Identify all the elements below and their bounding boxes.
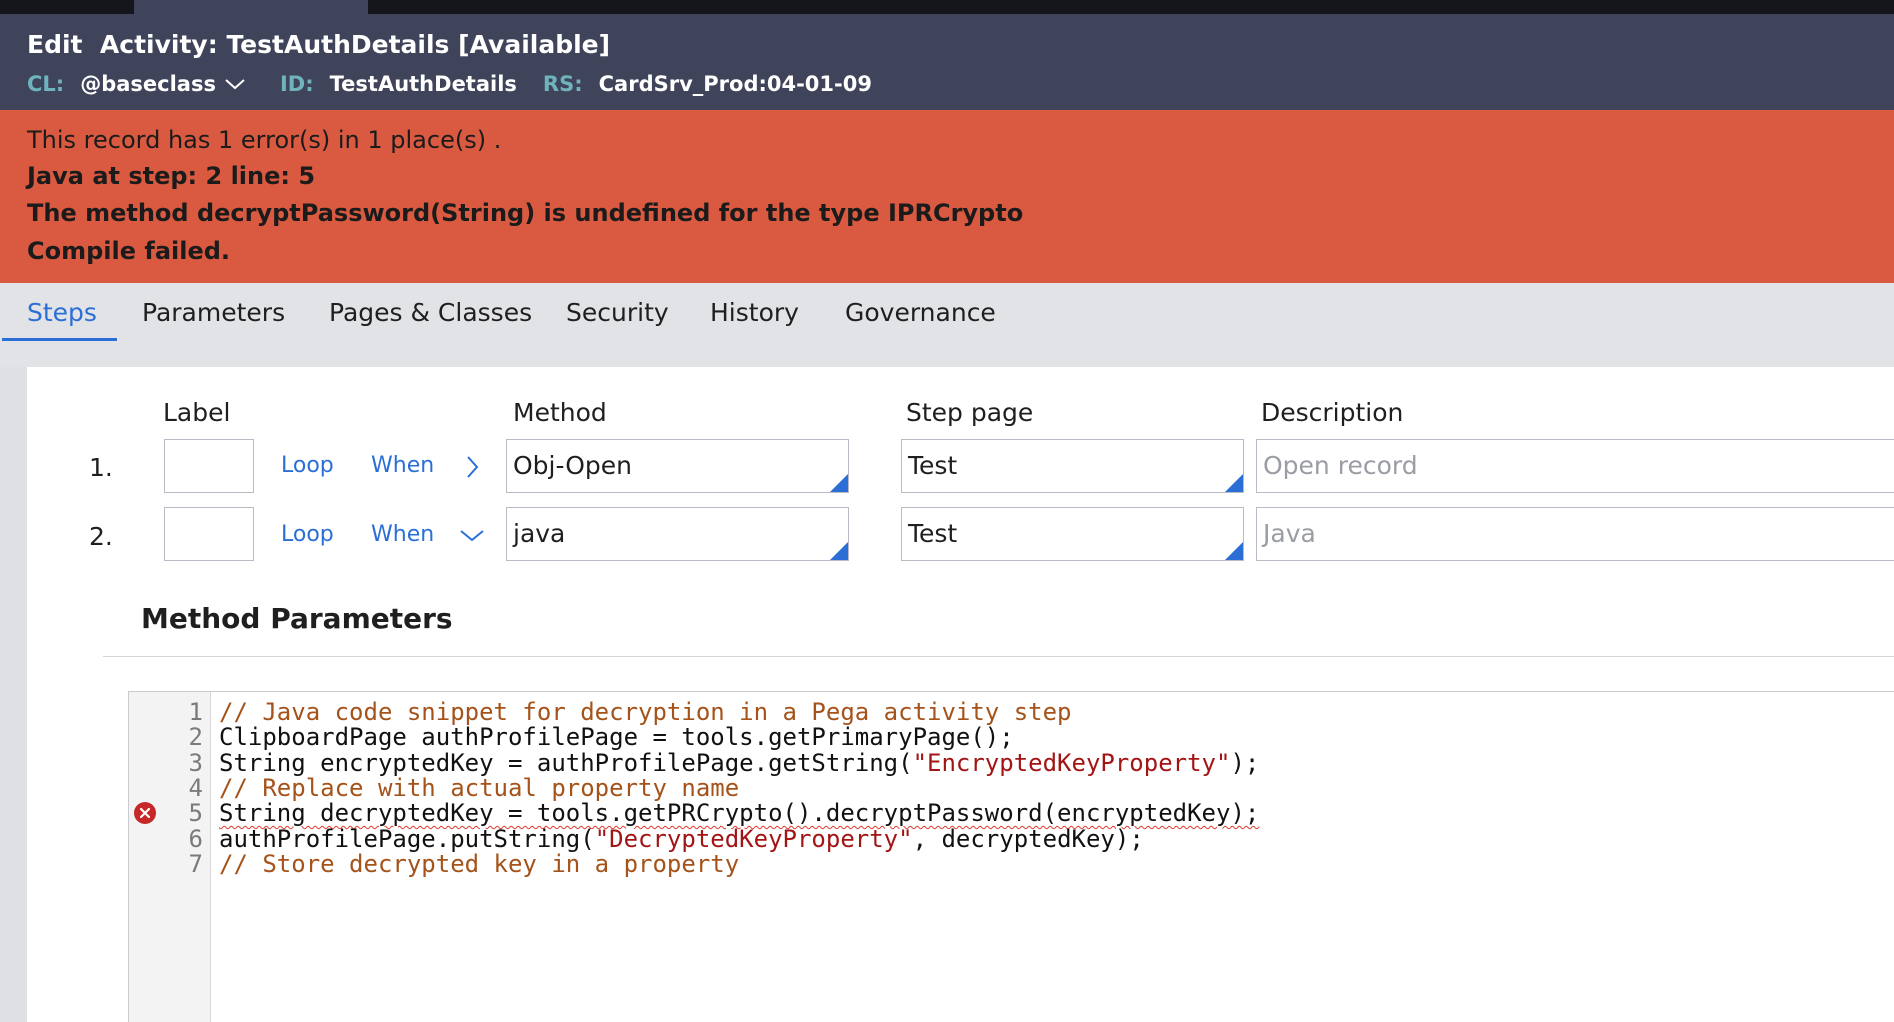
step-page-field[interactable]: Test (901, 507, 1244, 561)
code-text: String decryptedKey = tools.getPRCrypto(… (219, 799, 1259, 827)
error-banner: This record has 1 error(s) in 1 place(s)… (0, 110, 1894, 283)
cl-value[interactable]: @baseclass (80, 72, 216, 96)
column-header-label: Label (163, 398, 231, 427)
autocomplete-corner-icon (1225, 474, 1243, 492)
code-token: , decryptedKey); (912, 824, 1144, 853)
record-meta: CL: @baseclass ID: TestAuthDetails RS: C… (27, 72, 872, 96)
autocomplete-corner-icon (830, 474, 848, 492)
record-name: TestAuthDetails (226, 30, 450, 59)
code-token: ClipboardPage authProfilePage = tools.ge… (219, 723, 1014, 752)
line-number: 5 (188, 799, 203, 828)
column-header-method: Method (513, 398, 607, 427)
method-field[interactable]: java (506, 507, 849, 561)
step-number: 2. (89, 522, 113, 551)
tab-bar: Steps Parameters Pages & Classes Securit… (0, 283, 1894, 367)
step-number: 1. (89, 453, 113, 482)
step-page-value: Test (908, 519, 958, 548)
step-label-input[interactable] (164, 439, 254, 493)
code-token: "DecryptedKeyProperty" (594, 824, 913, 853)
when-link[interactable]: When (371, 522, 434, 547)
autocomplete-corner-icon (1225, 542, 1243, 560)
code-token: "EncryptedKeyProperty" (912, 748, 1231, 777)
window-top-strip (0, 0, 1894, 14)
cl-key: CL: (27, 72, 65, 96)
id-value: TestAuthDetails (329, 72, 517, 96)
line-number: 6 (188, 824, 203, 853)
record-type: Activity: (99, 30, 218, 59)
code-editor[interactable]: 1 // Java code snippet for decryption in … (128, 691, 1894, 1022)
tab-pages-classes[interactable]: Pages & Classes (329, 298, 532, 327)
method-value: Obj-Open (513, 451, 632, 480)
active-tab-indicator (2, 338, 117, 341)
code-text: // Store decrypted key in a property (219, 850, 739, 878)
loop-link[interactable]: Loop (281, 453, 334, 478)
when-link[interactable]: When (371, 453, 434, 478)
line-number: 3 (188, 748, 203, 777)
error-summary: This record has 1 error(s) in 1 place(s)… (27, 126, 502, 154)
rs-value: CardSrv_Prod:04-01-09 (598, 72, 872, 96)
error-icon[interactable] (133, 801, 157, 825)
chevron-down-icon[interactable] (458, 521, 486, 549)
chevron-down-icon[interactable] (224, 72, 246, 96)
error-message: The method decryptPassword(String) is un… (27, 199, 1024, 227)
step-label-input[interactable] (164, 507, 254, 561)
code-token: authProfilePage.putString( (219, 824, 595, 853)
chevron-right-icon[interactable] (458, 453, 486, 481)
tab-parameters[interactable]: Parameters (142, 298, 285, 327)
code-token: ); (1230, 748, 1260, 777)
step-page-value: Test (908, 451, 958, 480)
column-header-description: Description (1261, 398, 1404, 427)
tab-governance[interactable]: Governance (845, 298, 996, 327)
line-number: 1 (188, 698, 203, 726)
code-text: // Java code snippet for decryption in a… (219, 698, 1072, 726)
method-field[interactable]: Obj-Open (506, 439, 849, 493)
tab-security[interactable]: Security (566, 298, 669, 327)
code-text: // Replace with actual property name (219, 774, 739, 802)
line-number: 7 (188, 849, 203, 878)
error-location: Java at step: 2 line: 5 (27, 162, 316, 190)
description-value: Open record (1263, 451, 1418, 480)
record-title: Edit Activity: TestAuthDetails [Availabl… (27, 30, 610, 59)
autocomplete-corner-icon (830, 542, 848, 560)
line-number: 2 (188, 723, 203, 752)
code-token: // Java code snippet for decryption in a… (219, 698, 1072, 726)
left-gutter (0, 367, 27, 1022)
method-parameters-title: Method Parameters (141, 602, 453, 635)
description-field[interactable]: Java (1256, 507, 1894, 561)
loop-link[interactable]: Loop (281, 522, 334, 547)
tab-steps[interactable]: Steps (27, 298, 97, 327)
code-text: ClipboardPage authProfilePage = tools.ge… (219, 723, 1014, 751)
method-value: java (513, 519, 566, 548)
tab-history[interactable]: History (710, 298, 799, 327)
id-key: ID: (279, 72, 314, 96)
line-number: 4 (188, 773, 203, 802)
section-divider (103, 656, 1894, 657)
code-text: authProfilePage.putString("DecryptedKeyP… (219, 825, 1144, 853)
code-line[interactable]: 7 // Store decrypted key in a property (129, 850, 1894, 880)
step-page-field[interactable]: Test (901, 439, 1244, 493)
code-text: String encryptedKey = authProfilePage.ge… (219, 749, 1259, 777)
rs-key: RS: (542, 72, 583, 96)
code-token: // Store decrypted key in a property (219, 849, 740, 878)
document-tab[interactable] (134, 0, 368, 14)
record-header: Edit Activity: TestAuthDetails [Availabl… (0, 14, 1894, 110)
code-token: String encryptedKey = authProfilePage.ge… (219, 748, 913, 777)
record-status: [Available] (458, 30, 611, 59)
description-field[interactable]: Open record (1256, 439, 1894, 493)
code-token: String decryptedKey = tools.getPRCrypto(… (219, 799, 1260, 828)
error-result: Compile failed. (27, 237, 231, 265)
description-value: Java (1263, 519, 1316, 548)
code-token: // Replace with actual property name (219, 773, 740, 802)
column-header-step-page: Step page (906, 398, 1034, 427)
edit-label: Edit (27, 30, 83, 59)
